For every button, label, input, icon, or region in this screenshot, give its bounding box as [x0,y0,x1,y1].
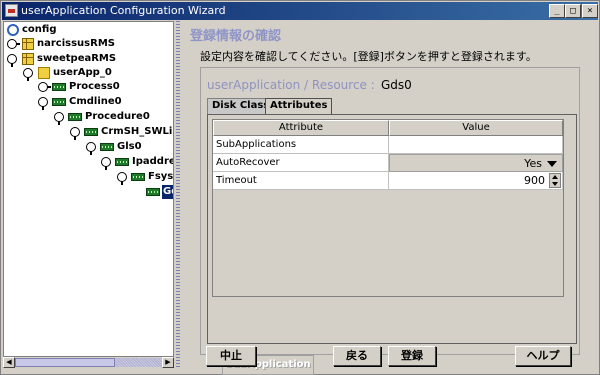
tree-item-label: Ipaddress [132,156,173,167]
expanded-handle-icon[interactable] [54,112,64,125]
tree-item-label: Fsyste [148,171,174,182]
warning-icon [38,67,50,79]
resource-panel: userApplication / Resource : Gds0 Disk C… [200,67,580,375]
expanded-handle-icon[interactable] [101,157,111,170]
scroll-thumb[interactable] [15,358,115,367]
app-icon [5,4,18,17]
scroll-left-icon[interactable]: ◀ [3,357,15,368]
attributes-table: Attribute Value SubApplications AutoReco… [212,119,564,297]
spin-up-icon[interactable] [552,175,558,179]
expanded-handle-icon[interactable] [38,97,48,110]
tab-attributes[interactable]: Attributes [265,98,333,115]
spinner-buttons[interactable] [549,173,561,188]
maximize-button[interactable]: □ [565,4,581,18]
close-button[interactable]: × [582,4,598,18]
chevron-down-icon[interactable] [547,161,557,167]
tree-item-label: Cmdline0 [69,96,122,107]
resource-icon [146,188,160,196]
timeout-spinner[interactable]: 900 [389,172,563,190]
back-button[interactable]: 戻る [333,346,381,366]
expanded-handle-icon[interactable] [117,172,127,185]
subapplications-value-field[interactable] [389,136,563,154]
expanded-handle-icon[interactable] [23,68,33,81]
scroll-right-icon[interactable]: ▶ [162,357,174,368]
grid-icon [22,38,34,50]
resource-name: Gds0 [381,78,412,92]
panel-splitter[interactable] [174,21,183,368]
autorecover-selected-value: Yes [524,157,542,170]
main-content: 登録情報の確認 設定内容を確認してください。[登録]ボタンを押すと登録されます。… [184,21,597,375]
instruction-text: 設定内容を確認してください。[登録]ボタンを押すと登録されます。 [200,50,537,63]
timeout-value: 900 [524,174,545,187]
attribute-cell: Timeout [213,172,389,190]
autorecover-select[interactable]: Yes [389,154,563,172]
resource-icon [100,143,114,151]
abort-button[interactable]: 中止 [206,346,256,366]
wizard-window: userApplication Configuration Wizard _ □… [0,0,600,375]
title-bar: userApplication Configuration Wizard _ □… [2,2,598,20]
column-header-attribute[interactable]: Attribute [213,120,389,136]
tree-item-label: Gls0 [117,141,142,152]
column-header-value[interactable]: Value [389,120,563,136]
collapsed-handle-icon[interactable] [7,39,20,49]
resource-tree: config narcissusRMS sweetpeaRMS userApp_… [3,21,174,366]
resource-icon [68,113,82,121]
tree-item-label: Process0 [69,81,120,92]
tree-item-label: config [22,24,57,35]
spin-down-icon[interactable] [552,182,558,186]
tree-item-label: sweetpeaRMS [37,53,117,64]
page-title: 登録情報の確認 [190,29,282,44]
grid-icon [22,53,34,65]
expanded-handle-icon[interactable] [70,127,80,140]
attribute-cell: AutoRecover [213,154,389,172]
tree-horizontal-scrollbar[interactable]: ◀ ▶ [3,356,174,368]
tree-item-label: CrmSH_SWLine [101,126,173,137]
tree-item-label: Procedure0 [85,111,150,122]
attribute-cell: SubApplications [213,136,389,154]
help-button[interactable]: ヘルプ [515,346,571,366]
window-title: userApplication Configuration Wizard [21,4,226,17]
splitter-grip[interactable] [176,21,180,368]
tree-item-label: Gd [162,185,173,199]
resource-icon [84,128,98,136]
resource-icon [131,173,145,181]
resource-icon [52,83,66,91]
collapsed-handle-icon[interactable] [38,82,51,92]
resource-icon [115,158,129,166]
expanded-handle-icon[interactable] [86,142,96,155]
attributes-tab-body: Attribute Value SubApplications AutoReco… [207,114,577,375]
config-icon [7,24,19,36]
resource-path-label: userApplication / Resource : [207,78,375,92]
tree-item-label: narcissusRMS [37,38,115,49]
minimize-button[interactable]: _ [549,4,565,18]
expanded-handle-icon[interactable] [7,54,17,67]
tree-item-label: userApp_0 [53,67,112,78]
resource-icon [52,98,66,106]
register-button[interactable]: 登録 [388,346,436,366]
